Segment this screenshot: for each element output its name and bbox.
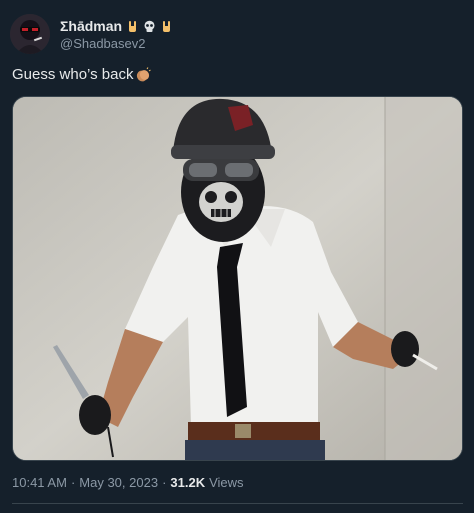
views-label: Views bbox=[209, 475, 244, 490]
display-name[interactable]: Σhādman bbox=[60, 18, 122, 34]
display-name-row: Σhādman bbox=[60, 17, 173, 35]
tweet-header: Σhādman @Shadbasev2 bbox=[10, 14, 173, 54]
tweet-photo[interactable] bbox=[12, 96, 463, 461]
avatar[interactable] bbox=[10, 14, 50, 54]
clapping-hands-icon bbox=[135, 66, 152, 83]
rock-on-hand-icon bbox=[126, 20, 139, 33]
author-handle[interactable]: @Shadbasev2 bbox=[60, 36, 173, 51]
meta-separator: · bbox=[162, 475, 167, 490]
skull-icon bbox=[143, 20, 156, 33]
tweet-meta: 10:41 AM · May 30, 2023 · 31.2K Views bbox=[12, 475, 244, 490]
tweet-text-body: Guess who’s back bbox=[12, 66, 134, 83]
rock-on-hand-icon bbox=[160, 20, 173, 33]
author-names: Σhādman @Shadbasev2 bbox=[60, 17, 173, 51]
tweet-date[interactable]: May 30, 2023 bbox=[79, 475, 158, 490]
meta-separator: · bbox=[70, 475, 76, 490]
tweet: Σhādman @Shadbasev2 Guess who’s back 10:… bbox=[0, 0, 474, 513]
avatar-image bbox=[10, 14, 50, 54]
photo-masked-man bbox=[13, 97, 462, 460]
divider bbox=[12, 503, 463, 504]
views-count: 31.2K bbox=[170, 475, 206, 490]
tweet-time[interactable]: 10:41 AM bbox=[12, 475, 67, 490]
tweet-text: Guess who’s back bbox=[12, 66, 152, 83]
